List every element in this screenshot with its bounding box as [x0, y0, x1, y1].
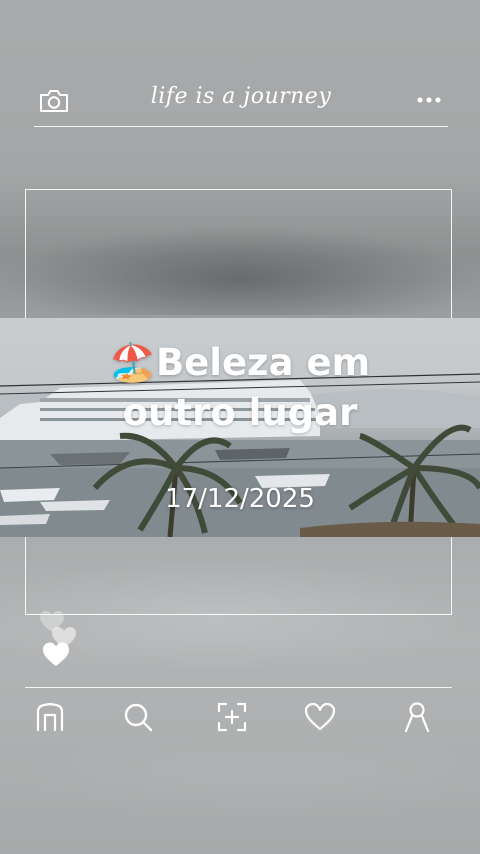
- search-icon: [124, 703, 153, 732]
- hearts-icon[interactable]: [38, 608, 82, 670]
- post-title-line1: Beleza em: [155, 341, 371, 384]
- nav-likes[interactable]: [303, 700, 337, 734]
- more-dots-icon[interactable]: [416, 92, 442, 108]
- beach-umbrella-emoji: 🏖️: [109, 341, 156, 384]
- profile-icon: [404, 702, 430, 733]
- nav-add[interactable]: [215, 700, 249, 734]
- nav-home[interactable]: [33, 700, 67, 734]
- nav-search[interactable]: [121, 700, 155, 734]
- post-date: 17/12/2025: [165, 484, 315, 514]
- post-title-line2: outro lugar: [122, 391, 358, 434]
- post-photo[interactable]: 🏖️Beleza em outro lugar 17/12/2025: [0, 318, 480, 537]
- post-title: 🏖️Beleza em outro lugar: [0, 338, 480, 438]
- header-title: life is a journey: [150, 84, 332, 109]
- home-icon: [36, 702, 64, 732]
- bottom-nav: [25, 687, 452, 748]
- nav-profile[interactable]: [400, 700, 434, 734]
- heart-icon: [304, 702, 336, 731]
- header-bar: life is a journey: [34, 78, 448, 127]
- add-icon: [217, 702, 247, 732]
